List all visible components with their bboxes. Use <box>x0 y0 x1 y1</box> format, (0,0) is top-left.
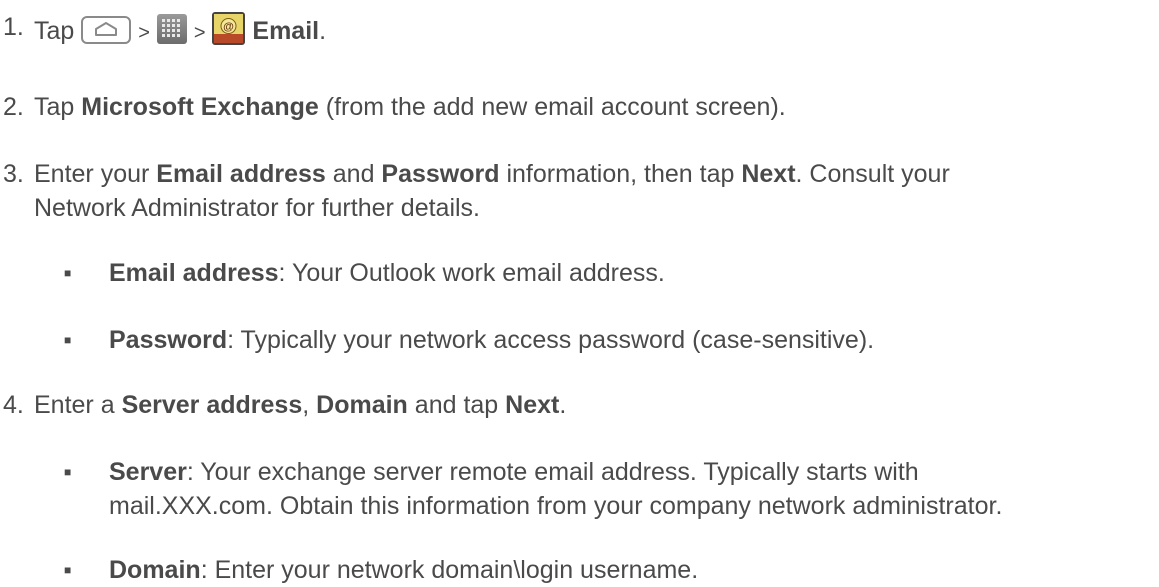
bold-term: Domain <box>316 391 408 419</box>
text-segment: : Typically your network access password… <box>227 326 875 354</box>
bullet-icon: ■ <box>64 465 72 479</box>
bold-term: Email address <box>156 160 326 188</box>
bullet-text: Server: Your exchange server remote emai… <box>109 457 919 487</box>
step-number: 1. <box>3 13 24 41</box>
text-segment: , <box>302 391 317 419</box>
bullet-text: Password: Typically your network access … <box>109 325 874 355</box>
text-segment: Network Administrator for further detail… <box>34 194 480 222</box>
bullet-continuation: mail.XXX.com. Obtain this information fr… <box>109 491 1002 521</box>
bullet-text: Domain: Enter your network domain\login … <box>109 555 698 585</box>
bullet-icon: ■ <box>64 563 72 577</box>
email-label: Email <box>252 17 320 45</box>
bullet-icon: ■ <box>64 333 72 347</box>
bold-term: Next <box>505 391 560 419</box>
bold-term: Next <box>741 160 796 188</box>
svg-text:@: @ <box>224 21 235 33</box>
text-segment: information, then tap <box>499 160 742 188</box>
text-segment: Tap <box>34 93 82 121</box>
text-segment: and tap <box>407 391 506 419</box>
email-app-icon: @ <box>212 12 246 45</box>
period: . <box>319 17 327 45</box>
step-number: 2. <box>3 93 24 121</box>
bold-term: Server <box>109 458 187 486</box>
bold-term: Password <box>109 326 228 354</box>
text-segment: . <box>559 391 567 419</box>
bullet-text: Email address: Your Outlook work email a… <box>109 258 665 288</box>
bold-term: Domain <box>109 556 201 584</box>
step-number: 3. <box>3 160 24 188</box>
bold-term: Microsoft Exchange <box>81 93 319 121</box>
separator: > <box>193 22 206 44</box>
text-segment: Enter your <box>34 160 157 188</box>
text-segment: (from the add new email account screen). <box>318 93 786 121</box>
text-segment: : Your Outlook work email address. <box>278 259 665 287</box>
text-segment: : Enter your network domain\login userna… <box>200 556 699 584</box>
bullet-icon: ■ <box>64 266 72 280</box>
bold-term: Server address <box>121 391 303 419</box>
text-segment: and <box>325 160 382 188</box>
text-segment: Enter a <box>34 391 122 419</box>
text-segment: : Your exchange server remote email addr… <box>186 458 919 486</box>
text-segment: mail.XXX.com. Obtain this information fr… <box>109 492 1003 520</box>
step-3-continuation: Network Administrator for further detail… <box>34 193 480 223</box>
step-text: Tap > > @ Email. <box>34 12 326 48</box>
separator: > <box>138 22 150 44</box>
bold-term: Email address <box>109 259 279 287</box>
step-text: Tap Microsoft Exchange (from the add new… <box>34 92 786 122</box>
tap-text: Tap <box>34 17 75 45</box>
home-icon <box>81 16 132 44</box>
text-segment: . Consult your <box>795 160 950 188</box>
bold-term: Password <box>381 160 500 188</box>
step-number: 4. <box>3 391 24 419</box>
step-text: Enter your Email address and Password in… <box>34 159 950 189</box>
apps-icon <box>156 14 187 44</box>
step-text: Enter a Server address, Domain and tap N… <box>34 390 566 420</box>
